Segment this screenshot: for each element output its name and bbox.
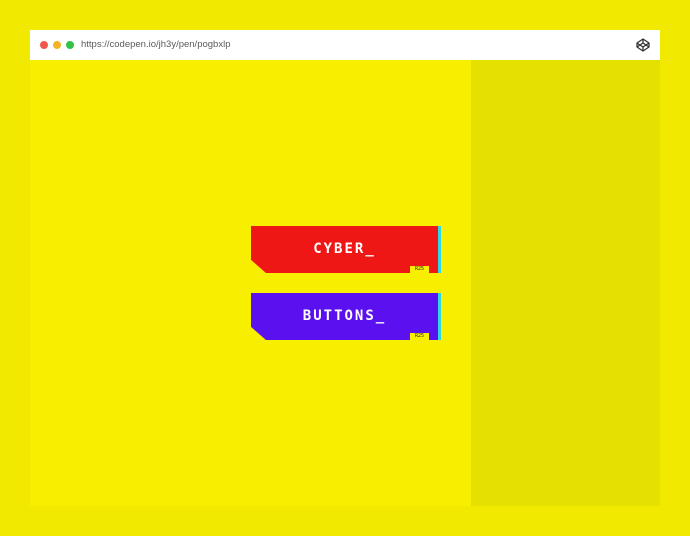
button-tag: R25 xyxy=(410,333,429,340)
side-panel xyxy=(471,60,660,506)
glitch-edge xyxy=(438,226,441,273)
browser-titlebar: https://codepen.io/jh3y/pen/pogbxlp xyxy=(30,30,660,60)
close-window-dot[interactable] xyxy=(40,41,48,49)
codepen-icon[interactable] xyxy=(636,38,650,52)
browser-window: https://codepen.io/jh3y/pen/pogbxlp CYBE… xyxy=(30,30,660,506)
minimize-window-dot[interactable] xyxy=(53,41,61,49)
buttons-button[interactable]: BUTTONS_ R25 xyxy=(251,293,441,340)
glitch-edge xyxy=(438,293,441,340)
button-tag: R25 xyxy=(410,266,429,273)
maximize-window-dot[interactable] xyxy=(66,41,74,49)
cyber-button[interactable]: CYBER_ R25 xyxy=(251,226,441,273)
address-bar-url[interactable]: https://codepen.io/jh3y/pen/pogbxlp xyxy=(81,38,230,52)
